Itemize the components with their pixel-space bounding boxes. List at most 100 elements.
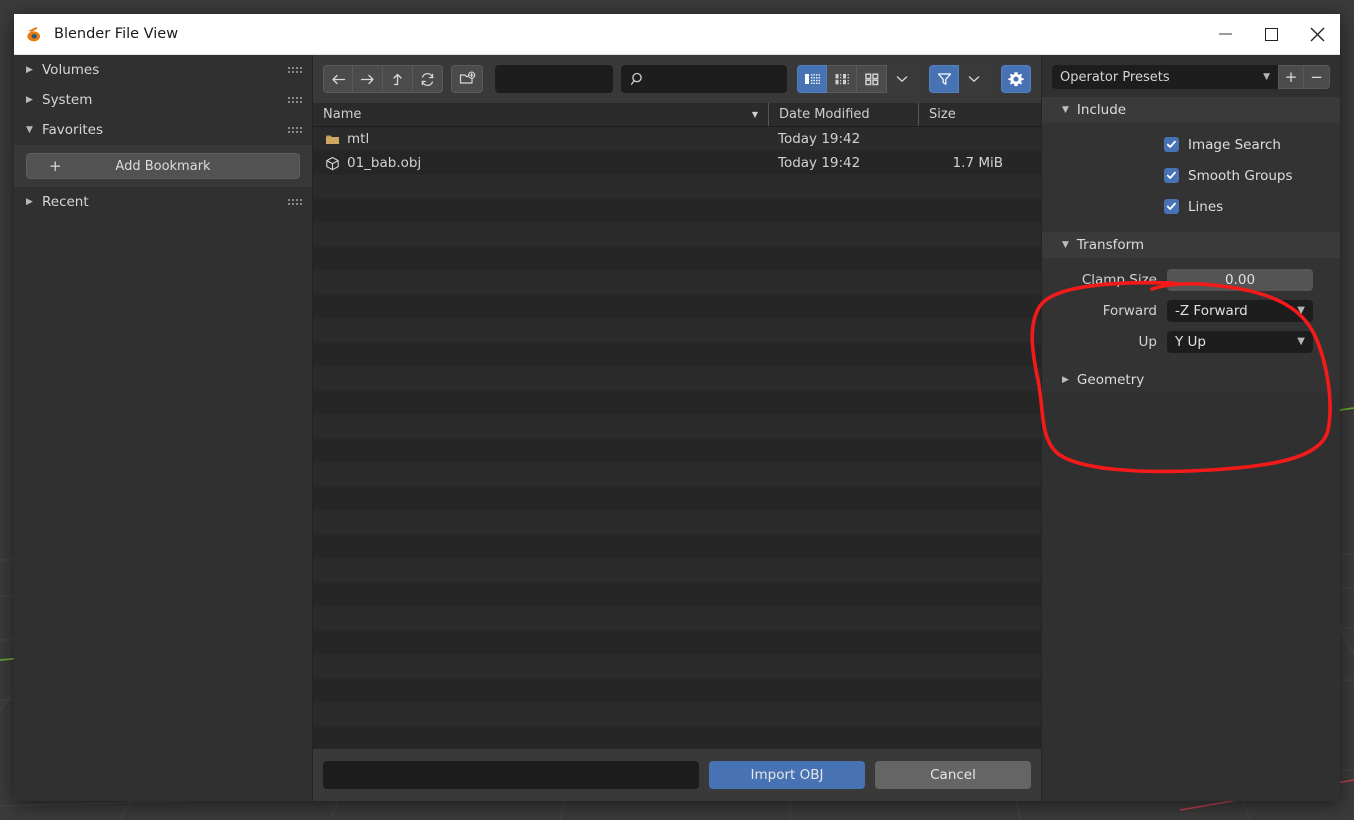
- back-button[interactable]: [323, 65, 353, 93]
- drag-grip-icon[interactable]: [288, 127, 302, 133]
- field-label-clamp-size: Clamp Size: [1081, 271, 1157, 288]
- blender-logo-icon: [27, 26, 41, 42]
- filename-input[interactable]: [323, 761, 699, 789]
- panel-title-transform: Transform: [1076, 237, 1145, 253]
- file-name-cell: 01_bab.obj: [313, 155, 768, 171]
- panel-body-include: Image Search Smooth Groups Lines: [1042, 123, 1340, 232]
- cancel-button[interactable]: Cancel: [875, 761, 1031, 789]
- sidebar-item-system[interactable]: ▶ System: [14, 85, 312, 115]
- triangle-right-icon: ▶: [26, 95, 33, 105]
- panel-title-include: Include: [1076, 102, 1127, 118]
- forward-axis-dropdown[interactable]: -Z Forward ▼: [1167, 299, 1313, 322]
- plus-icon: +: [49, 157, 62, 175]
- table-row-empty[interactable]: [313, 247, 1041, 271]
- bookmarks-sidebar: ▶ Volumes ▶ System ▼ Favorites + Add Boo…: [14, 55, 313, 801]
- checkbox-label: Smooth Groups: [1188, 167, 1293, 184]
- table-row-empty[interactable]: [313, 391, 1041, 415]
- checkbox-checked-icon[interactable]: [1164, 199, 1179, 214]
- close-button[interactable]: [1294, 14, 1340, 54]
- table-row[interactable]: mtl Today 19:42: [313, 127, 1041, 151]
- checkbox-checked-icon[interactable]: [1164, 168, 1179, 183]
- maximize-button[interactable]: [1248, 14, 1294, 54]
- table-row-empty[interactable]: [313, 655, 1041, 679]
- drag-grip-icon[interactable]: [288, 97, 302, 103]
- add-bookmark-button[interactable]: + Add Bookmark: [26, 153, 300, 179]
- clamp-size-input[interactable]: 0.00: [1167, 268, 1313, 291]
- file-name-label: 01_bab.obj: [347, 155, 422, 171]
- file-list-rows[interactable]: mtl Today 19:42 01_bab.obj Today 19:42 1.7 M…: [313, 127, 1041, 749]
- triangle-down-icon: ▼: [1062, 240, 1069, 250]
- settings-button[interactable]: [1001, 65, 1031, 93]
- column-header-date-modified[interactable]: Date Modified: [768, 103, 918, 126]
- arrow-left-icon: [331, 74, 345, 84]
- table-row-empty[interactable]: [313, 319, 1041, 343]
- table-row-empty[interactable]: [313, 727, 1041, 749]
- thumbnail-view-button[interactable]: [857, 65, 887, 93]
- checkbox-checked-icon[interactable]: [1164, 137, 1179, 152]
- refresh-button[interactable]: [413, 65, 443, 93]
- panel-body-transform: Clamp Size 0.00 Forward -Z Forward ▼ Up …: [1042, 258, 1340, 367]
- table-row-empty[interactable]: [313, 487, 1041, 511]
- panel-header-geometry[interactable]: ▶ Geometry: [1042, 367, 1340, 393]
- minimize-button[interactable]: [1202, 14, 1248, 54]
- table-row-empty[interactable]: [313, 511, 1041, 535]
- table-row-empty[interactable]: [313, 271, 1041, 295]
- forward-button[interactable]: [353, 65, 383, 93]
- table-row-empty[interactable]: [313, 367, 1041, 391]
- directory-path-input[interactable]: [495, 65, 613, 93]
- table-row-empty[interactable]: [313, 463, 1041, 487]
- table-row-empty[interactable]: [313, 559, 1041, 583]
- display-options-dropdown[interactable]: [887, 65, 917, 93]
- table-row-empty[interactable]: [313, 175, 1041, 199]
- table-row-empty[interactable]: [313, 679, 1041, 703]
- sidebar-item-label: Favorites: [42, 122, 103, 138]
- remove-preset-button[interactable]: −: [1304, 65, 1330, 89]
- vertical-list-view-button[interactable]: [797, 65, 827, 93]
- panel-header-transform[interactable]: ▼ Transform: [1042, 232, 1340, 258]
- file-name-label: mtl: [347, 131, 370, 147]
- table-row-empty[interactable]: [313, 343, 1041, 367]
- sidebar-item-favorites[interactable]: ▼ Favorites: [14, 115, 312, 145]
- field-row-up: Up Y Up ▼: [1042, 326, 1340, 357]
- file-browser-main: Name ▼ Date Modified Size mtl Today 19:42…: [313, 55, 1041, 801]
- table-row-empty[interactable]: [313, 535, 1041, 559]
- table-row-empty[interactable]: [313, 631, 1041, 655]
- table-row-empty[interactable]: [313, 703, 1041, 727]
- funnel-filter-icon: [937, 73, 951, 85]
- import-options-panel: Operator Presets ▼ + − ▼ Include Image S…: [1041, 55, 1340, 801]
- checkbox-row-smooth-groups[interactable]: Smooth Groups: [1042, 160, 1340, 191]
- search-input[interactable]: [621, 65, 787, 93]
- panel-header-include[interactable]: ▼ Include: [1042, 97, 1340, 123]
- new-folder-button[interactable]: [451, 65, 483, 93]
- add-bookmark-label: Add Bookmark: [115, 158, 211, 174]
- filter-toggle-button[interactable]: [929, 65, 959, 93]
- table-row-empty[interactable]: [313, 583, 1041, 607]
- table-row-empty[interactable]: [313, 415, 1041, 439]
- sidebar-item-volumes[interactable]: ▶ Volumes: [14, 55, 312, 85]
- operator-presets-dropdown[interactable]: Operator Presets ▼: [1052, 65, 1278, 89]
- sidebar-item-recent[interactable]: ▶ Recent: [14, 187, 312, 217]
- operator-presets-label: Operator Presets: [1060, 69, 1170, 85]
- checkbox-row-lines[interactable]: Lines: [1042, 191, 1340, 222]
- table-row-empty[interactable]: [313, 295, 1041, 319]
- file-size-cell: 1.7 MiB: [952, 155, 1003, 171]
- column-header-name[interactable]: Name ▼: [313, 103, 768, 126]
- table-row-empty[interactable]: [313, 607, 1041, 631]
- up-axis-dropdown[interactable]: Y Up ▼: [1167, 330, 1313, 353]
- filter-options-dropdown[interactable]: [959, 65, 989, 93]
- drag-grip-icon[interactable]: [288, 67, 302, 73]
- column-header-size[interactable]: Size: [918, 103, 1041, 126]
- import-obj-button[interactable]: Import OBJ: [709, 761, 865, 789]
- drag-grip-icon[interactable]: [288, 199, 302, 205]
- table-row[interactable]: 01_bab.obj Today 19:42 1.7 MiB: [313, 151, 1041, 175]
- horizontal-list-view-button[interactable]: [827, 65, 857, 93]
- table-row-empty[interactable]: [313, 199, 1041, 223]
- add-preset-button[interactable]: +: [1278, 65, 1304, 89]
- parent-directory-button[interactable]: [383, 65, 413, 93]
- checkbox-row-image-search[interactable]: Image Search: [1042, 129, 1340, 160]
- close-icon: [1310, 27, 1324, 41]
- table-row-empty[interactable]: [313, 223, 1041, 247]
- table-row-empty[interactable]: [313, 439, 1041, 463]
- checkbox-label: Lines: [1188, 198, 1224, 215]
- arrow-up-parent-icon: [393, 73, 402, 85]
